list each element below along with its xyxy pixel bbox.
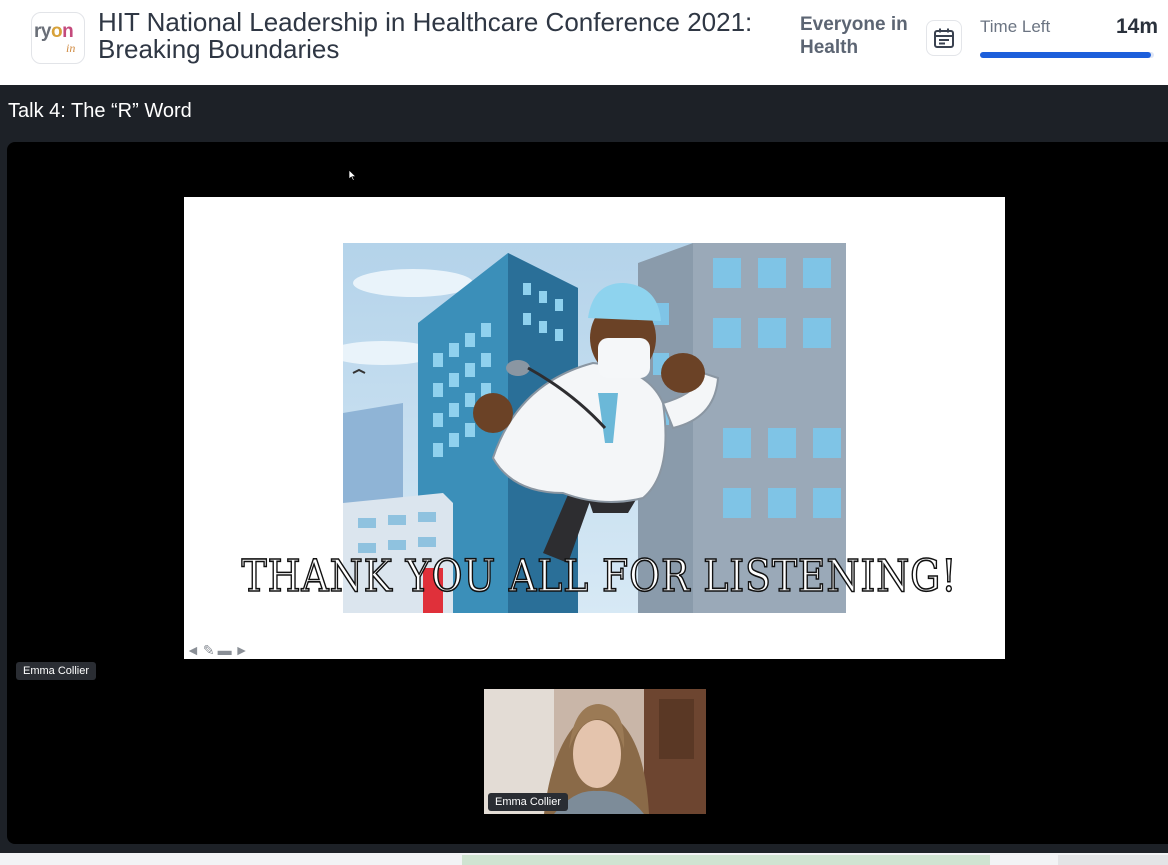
slide-toolbar: ◄ ✎ ▬ ► bbox=[186, 641, 251, 658]
prev-arrow-icon[interactable]: ◄ bbox=[186, 642, 200, 658]
time-left-label: Time Left bbox=[980, 17, 1051, 36]
speaker-video-tile[interactable]: Emma Collier bbox=[484, 689, 706, 814]
bottom-strip-segment bbox=[1058, 855, 1168, 865]
presenter-name-tag: Emma Collier bbox=[16, 662, 97, 680]
time-left-progress bbox=[980, 52, 1154, 58]
time-left-value: 14m bbox=[1115, 15, 1158, 38]
logo-sub: in bbox=[66, 41, 76, 55]
video-name-tag: Emma Collier bbox=[488, 793, 569, 811]
channel-name[interactable]: Everyone in Health bbox=[800, 13, 924, 59]
mouse-cursor-icon bbox=[349, 170, 357, 181]
slide-caption: THANK YOU ALL FOR LISTENING! bbox=[241, 550, 958, 603]
logo-text: ryon bbox=[34, 21, 74, 42]
calendar-button[interactable] bbox=[926, 20, 962, 56]
talk-title: Talk 4: The “R” Word bbox=[8, 100, 192, 122]
bottom-strip bbox=[0, 853, 1168, 865]
conference-header: ryon in HIT National Leadership in Healt… bbox=[0, 0, 1168, 85]
bottom-strip-segment bbox=[462, 855, 990, 865]
pen-icon[interactable]: ✎ bbox=[203, 642, 215, 658]
next-arrow-icon[interactable]: ► bbox=[235, 642, 249, 658]
conference-title: HIT National Leadership in Healthcare Co… bbox=[98, 7, 753, 64]
screen-icon[interactable]: ▬ bbox=[218, 642, 232, 658]
time-left-progress-fill bbox=[980, 52, 1151, 58]
event-logo[interactable]: ryon in bbox=[31, 12, 85, 64]
calendar-icon bbox=[934, 28, 954, 48]
presentation-slide: THANK YOU ALL FOR LISTENING! ◄ ✎ ▬ ► bbox=[184, 197, 1005, 659]
